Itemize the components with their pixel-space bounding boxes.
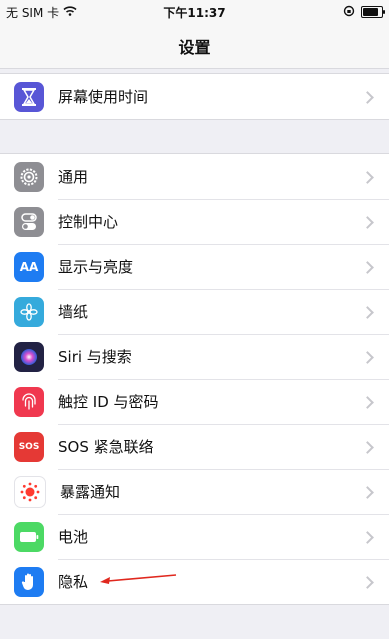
- display-aa-icon: AA: [14, 251, 44, 282]
- chevron-right-icon: [363, 307, 373, 317]
- settings-item-siri-search[interactable]: Siri 与搜索: [0, 334, 389, 379]
- settings-group-screen-time: 屏幕使用时间: [0, 73, 389, 120]
- settings-item-battery[interactable]: 电池: [0, 514, 389, 559]
- settings-item-screen-time[interactable]: 屏幕使用时间: [0, 74, 389, 119]
- chevron-right-icon: [363, 532, 373, 542]
- settings-item-control-center[interactable]: 控制中心: [0, 199, 389, 244]
- settings-item-emergency-sos[interactable]: SOS SOS 紧急联络: [0, 424, 389, 469]
- settings-item-label: 屏幕使用时间: [58, 88, 149, 106]
- chevron-right-icon: [363, 352, 373, 362]
- settings-item-label: Siri 与搜索: [58, 348, 132, 366]
- settings-item-privacy[interactable]: 隐私: [0, 559, 389, 604]
- fingerprint-icon: [14, 386, 44, 417]
- chevron-right-icon: [363, 442, 373, 452]
- settings-item-label: 触控 ID 与密码: [58, 393, 159, 411]
- orientation-lock-icon: [343, 5, 355, 20]
- settings-item-wallpaper[interactable]: 墙纸: [0, 289, 389, 334]
- status-bar: 无 SIM 卡 下午11:37: [0, 0, 389, 24]
- settings-item-label: 显示与亮度: [58, 258, 134, 276]
- hourglass-icon: [14, 81, 44, 112]
- chevron-right-icon: [363, 217, 373, 227]
- settings-item-label: 墙纸: [58, 303, 89, 321]
- settings-item-label: 通用: [58, 168, 89, 186]
- status-right: [343, 5, 389, 20]
- settings-item-display-brightness[interactable]: AA 显示与亮度: [0, 244, 389, 289]
- status-left: 无 SIM 卡: [0, 4, 77, 21]
- exposure-icon: [14, 475, 46, 508]
- settings-group-main: 通用 控制中心 AA 显示与亮度 墙纸 Siri 与搜索 触控 ID 与密码 S…: [0, 153, 389, 605]
- chevron-right-icon: [363, 172, 373, 182]
- settings-item-label: 控制中心: [58, 213, 119, 231]
- chevron-right-icon: [363, 397, 373, 407]
- settings-item-label: 暴露通知: [60, 483, 121, 501]
- navigation-bar: 设置: [0, 24, 389, 69]
- wifi-icon: [63, 5, 77, 19]
- chevron-right-icon: [363, 92, 373, 102]
- gear-icon: [14, 161, 44, 192]
- settings-item-label: 隐私: [58, 573, 89, 591]
- settings-item-touch-id-passcode[interactable]: 触控 ID 与密码: [0, 379, 389, 424]
- display-aa-glyph: AA: [19, 259, 39, 274]
- settings-item-general[interactable]: 通用: [0, 154, 389, 199]
- siri-icon: [14, 341, 44, 372]
- sos-glyph: SOS: [18, 441, 40, 452]
- hand-icon: [14, 566, 44, 597]
- chevron-right-icon: [363, 577, 373, 587]
- settings-item-label: SOS 紧急联络: [58, 438, 154, 456]
- carrier-label: 无 SIM 卡: [6, 5, 60, 20]
- page-title: 设置: [178, 38, 211, 57]
- toggles-icon: [14, 206, 44, 237]
- battery-status-icon: [361, 6, 385, 18]
- chevron-right-icon: [363, 262, 373, 272]
- battery-icon: [14, 521, 44, 552]
- settings-item-label: 电池: [58, 528, 89, 546]
- settings-item-exposure-notifications[interactable]: 暴露通知: [0, 469, 389, 514]
- sos-icon: SOS: [14, 431, 44, 462]
- chevron-right-icon: [363, 487, 373, 497]
- flower-icon: [14, 296, 44, 327]
